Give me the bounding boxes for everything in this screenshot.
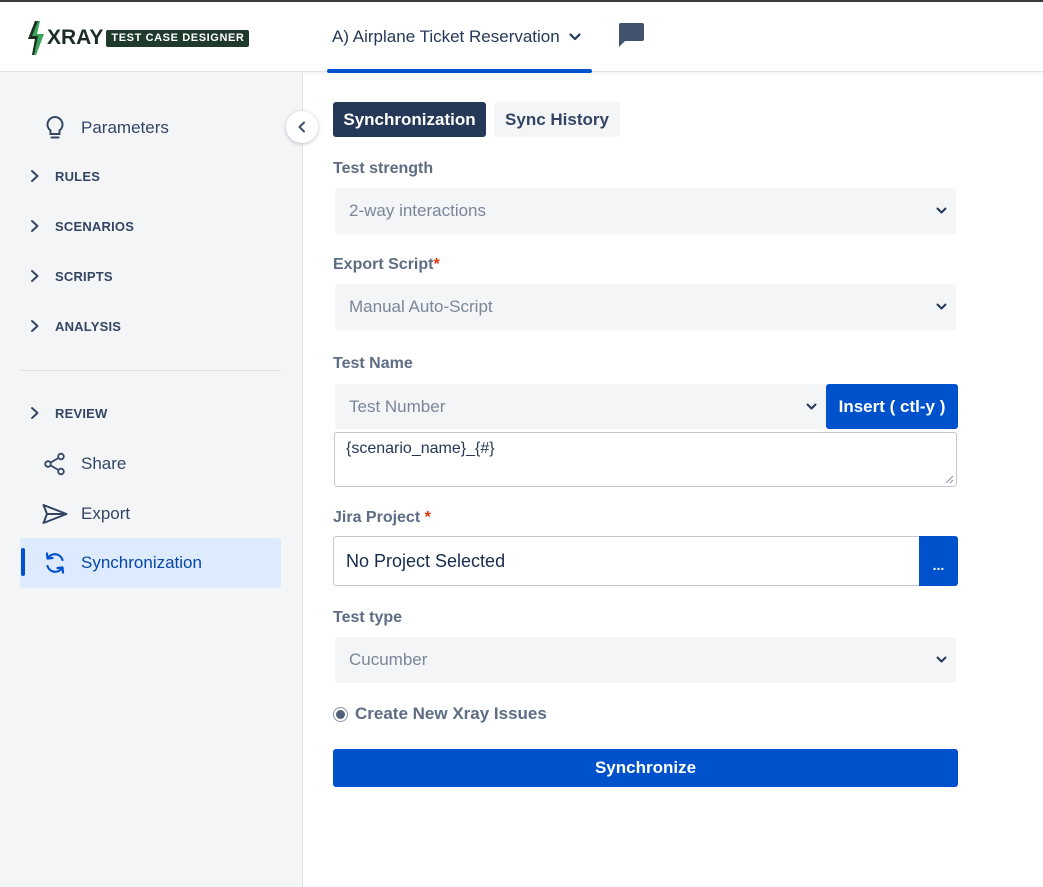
chevron-down-icon — [936, 656, 947, 663]
tab-sync-history[interactable]: Sync History — [494, 102, 620, 137]
sidebar-section-scenarios[interactable]: SCENARIOS — [26, 214, 134, 238]
chevron-right-icon — [31, 270, 39, 282]
export-script-label: Export Script* — [333, 256, 440, 273]
sidebar-section-label: REVIEW — [55, 405, 108, 421]
sidebar-divider — [20, 370, 281, 371]
sidebar-item-export[interactable]: Export — [20, 490, 281, 538]
create-issues-option[interactable]: Create New Xray Issues — [333, 703, 547, 725]
logo-badge: TEST CASE DESIGNER — [106, 29, 250, 47]
chevron-down-icon — [936, 207, 947, 214]
create-issues-radio[interactable] — [333, 706, 348, 722]
sidebar-section-analysis[interactable]: ANALYSIS — [26, 314, 121, 338]
project-name: A) Airplane Ticket Reservation — [332, 27, 560, 46]
chevron-down-icon — [936, 303, 947, 310]
chevron-down-icon — [569, 33, 581, 41]
sidebar-item-label: Export — [81, 504, 131, 523]
test-name-field-select[interactable]: Test Number — [335, 384, 826, 429]
sidebar-item-label: Share — [81, 454, 127, 473]
lightbulb-icon — [42, 115, 68, 141]
create-issues-label: Create New Xray Issues — [355, 704, 547, 723]
synchronize-button[interactable]: Synchronize — [333, 749, 958, 787]
test-strength-select[interactable]: 2-way interactions — [335, 188, 956, 234]
project-selector[interactable]: A) Airplane Ticket Reservation — [327, 2, 592, 73]
test-type-select[interactable]: Cucumber — [335, 637, 956, 683]
jira-project-input[interactable]: No Project Selected — [333, 536, 921, 586]
jira-project-value: No Project Selected — [346, 550, 506, 571]
export-script-value: Manual Auto-Script — [349, 297, 493, 316]
active-tab-underline — [327, 69, 592, 73]
sidebar-section-label: SCRIPTS — [55, 268, 113, 284]
sidebar-section-label: SCENARIOS — [55, 218, 135, 234]
app-header: XRAY TEST CASE DESIGNER A) Airplane Tick… — [0, 2, 1043, 73]
test-name-template-text: {scenario_name}_{#} — [346, 440, 495, 457]
sidebar-item-label: Parameters — [81, 118, 169, 137]
sidebar-section-review[interactable]: REVIEW — [26, 401, 107, 425]
required-marker: * — [433, 256, 440, 273]
collapse-sidebar-button[interactable] — [286, 111, 318, 143]
insert-button[interactable]: Insert ( ctl-y ) — [826, 384, 958, 429]
chevron-right-icon — [31, 407, 39, 419]
chevron-left-icon — [298, 121, 305, 133]
xray-logo[interactable]: XRAY TEST CASE DESIGNER — [26, 20, 250, 56]
share-icon — [42, 451, 68, 477]
bolt-icon — [28, 21, 44, 55]
test-name-template-textarea[interactable]: {scenario_name}_{#} — [334, 432, 957, 487]
sidebar-section-label: RULES — [55, 168, 101, 184]
tab-synchronization[interactable]: Synchronization — [333, 102, 486, 137]
sidebar-item-synchronization[interactable]: Synchronization — [20, 538, 281, 588]
sidebar-item-share[interactable]: Share — [20, 440, 281, 488]
sidebar-section-rules[interactable]: RULES — [26, 164, 100, 188]
chevron-right-icon — [31, 170, 39, 182]
export-script-select[interactable]: Manual Auto-Script — [335, 284, 956, 330]
test-name-label: Test Name — [333, 355, 413, 372]
sidebar-item-parameters[interactable]: Parameters — [20, 104, 281, 152]
browse-projects-button[interactable]: ... — [919, 536, 958, 586]
test-type-label: Test type — [333, 609, 403, 626]
send-icon — [42, 501, 68, 527]
chevron-right-icon — [31, 320, 39, 332]
chevron-down-icon — [806, 403, 817, 410]
resize-grip-icon[interactable] — [945, 475, 954, 484]
sidebar-item-label: Synchronization — [81, 553, 202, 572]
test-type-value: Cucumber — [349, 650, 428, 669]
sync-icon — [42, 550, 68, 576]
required-marker: * — [424, 509, 431, 526]
sidebar-section-label: ANALYSIS — [55, 318, 122, 334]
chat-icon[interactable] — [617, 22, 645, 48]
sidebar-section-scripts[interactable]: SCRIPTS — [26, 264, 113, 288]
test-strength-label: Test strength — [333, 160, 434, 177]
test-name-select-value: Test Number — [349, 396, 446, 416]
logo-text: XRAY — [47, 26, 104, 49]
chevron-right-icon — [31, 220, 39, 232]
active-item-indicator — [21, 548, 25, 576]
jira-project-label: Jira Project * — [333, 509, 431, 526]
radio-selected-dot — [336, 709, 345, 719]
test-strength-value: 2-way interactions — [349, 201, 487, 220]
